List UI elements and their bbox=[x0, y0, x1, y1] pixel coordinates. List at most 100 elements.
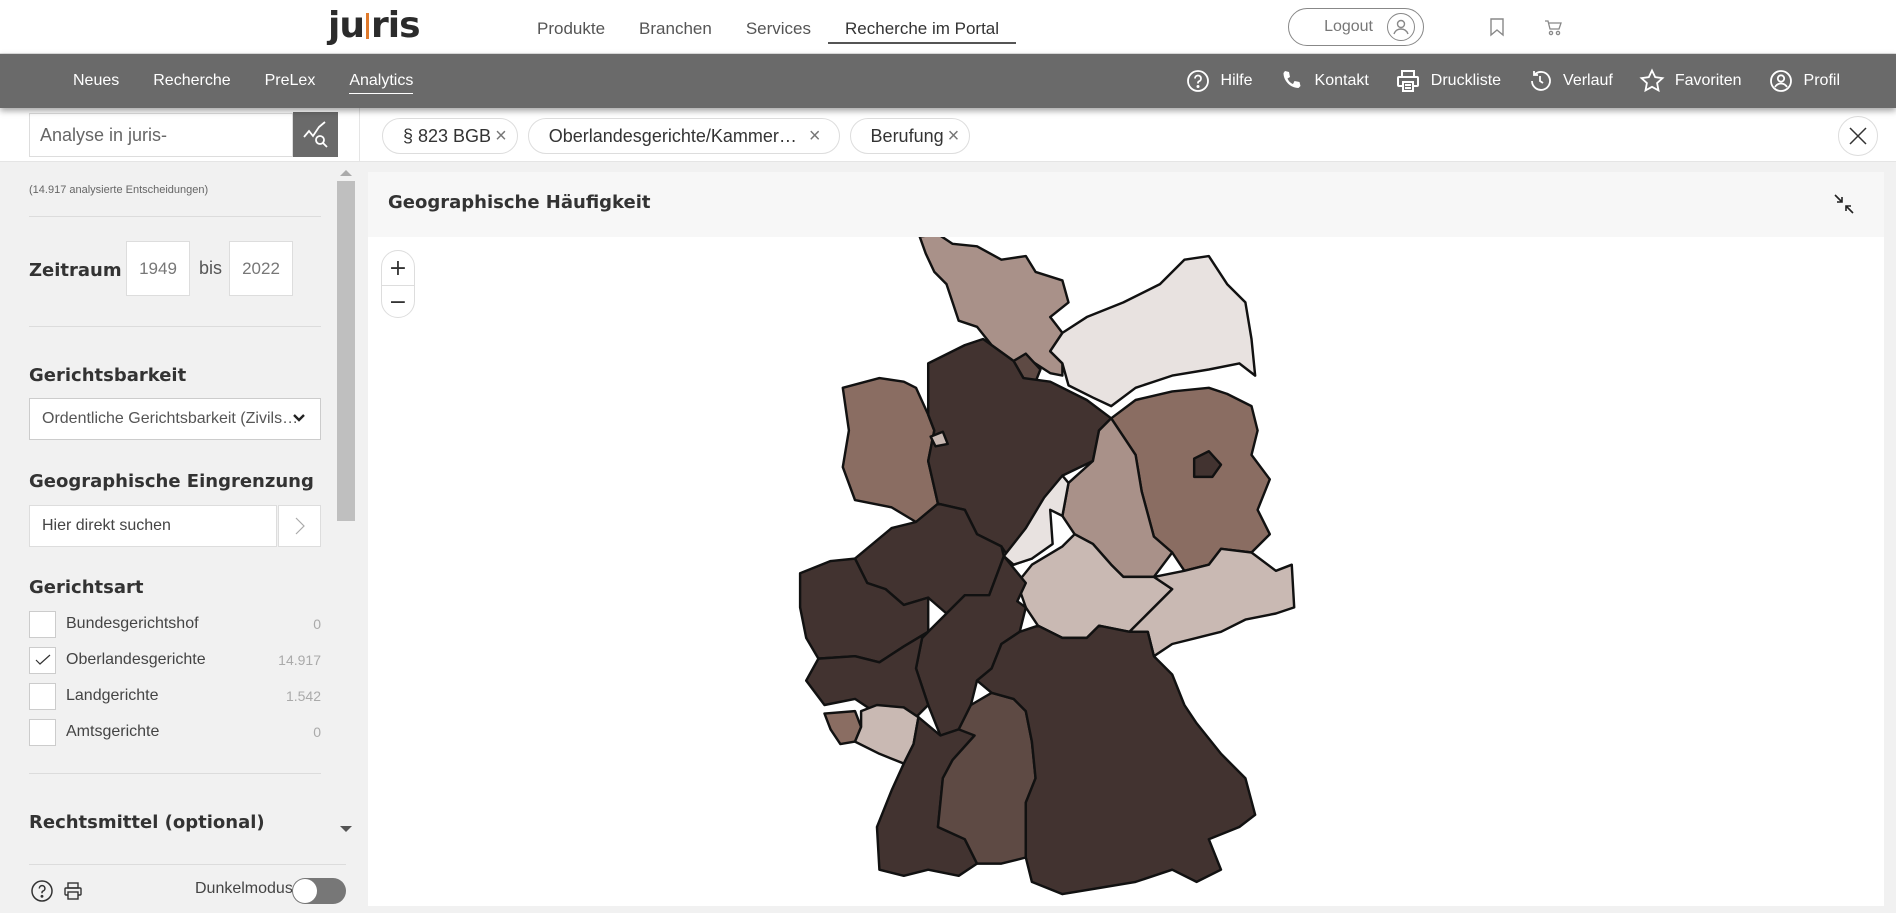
checkbox[interactable] bbox=[29, 682, 56, 710]
printer-icon bbox=[1396, 70, 1419, 92]
nav-prelex[interactable]: PreLex bbox=[248, 54, 333, 108]
checkbox-label: Oberlandesgerichte bbox=[66, 651, 206, 668]
map-region-niedersachsen-oldenburg[interactable]: Niedersachsen (Oldenburg) bbox=[841, 376, 940, 524]
map-regions-group: Schleswig-HolsteinHamburgMecklenburg-Vor… bbox=[798, 237, 1296, 896]
top-nav-branchen[interactable]: Branchen bbox=[622, 0, 729, 44]
scrollbar-thumb[interactable] bbox=[337, 181, 355, 521]
close-icon[interactable]: × bbox=[948, 125, 960, 148]
nav-favoriten-label: Favoriten bbox=[1674, 72, 1742, 89]
checkbox-count: 0 bbox=[313, 724, 321, 740]
map-zoom-control: + − bbox=[381, 250, 415, 318]
divider bbox=[359, 108, 360, 162]
collapse-icon[interactable] bbox=[1832, 192, 1856, 216]
juris-logo[interactable]: ju ris bbox=[328, 6, 420, 46]
analysis-search-input[interactable]: Analyse in juris-Rechtsprechung bbox=[29, 113, 293, 187]
year-to-input[interactable]: 2022 bbox=[229, 241, 293, 296]
zoom-in-button[interactable]: + bbox=[382, 251, 414, 285]
checkbox[interactable] bbox=[29, 718, 56, 746]
germany-choropleth-map[interactable]: Schleswig-HolsteinHamburgMecklenburg-Vor… bbox=[368, 237, 1884, 906]
nav-recherche[interactable]: Recherche bbox=[136, 54, 247, 108]
phone-icon bbox=[1283, 71, 1301, 88]
bookmark-icon[interactable] bbox=[1486, 16, 1508, 38]
nav-profil-label: Profil bbox=[1803, 72, 1840, 89]
rechtsmittel-toggle[interactable]: Rechtsmittel (optional) bbox=[29, 812, 265, 833]
divider bbox=[29, 773, 321, 774]
bis-label: bis bbox=[199, 258, 223, 278]
close-icon[interactable]: × bbox=[809, 125, 821, 148]
star-icon bbox=[1639, 68, 1665, 93]
checkbox-count: 0 bbox=[313, 616, 321, 632]
sidebar-footer: Dunkelmodus bbox=[0, 864, 346, 913]
zoom-out-button[interactable]: − bbox=[382, 285, 414, 319]
checkbox[interactable] bbox=[29, 646, 56, 674]
checkbox-landgerichte[interactable]: Landgerichte 1.542 bbox=[29, 682, 321, 710]
scroll-up-arrow-icon[interactable] bbox=[340, 170, 352, 176]
nav-druckliste-label: Druckliste bbox=[1430, 72, 1502, 89]
close-icon[interactable]: × bbox=[495, 125, 507, 148]
checkbox-label: Bundesgerichtshof bbox=[66, 615, 199, 632]
nav-verlauf[interactable]: Verlauf bbox=[1527, 68, 1613, 94]
nav-kontakt-label: Kontakt bbox=[1314, 72, 1369, 89]
search-row: Analyse in juris-Rechtsprechung § 823 BG… bbox=[0, 108, 1896, 187]
help-circle-icon bbox=[1186, 70, 1209, 92]
gerichtsart-label: Gerichtsart bbox=[29, 577, 144, 598]
nav-druckliste[interactable]: Druckliste bbox=[1395, 68, 1501, 94]
checkbox-bundesgerichtshof[interactable]: Bundesgerichtshof 0 bbox=[29, 610, 321, 638]
divider bbox=[29, 864, 346, 865]
cart-icon[interactable] bbox=[1542, 16, 1564, 38]
darkmode-label: Dunkelmodus bbox=[195, 880, 293, 897]
logout-button[interactable]: Logout bbox=[1288, 8, 1424, 46]
filter-sidebar: (14.917 analysierte Entscheidungen) Zeit… bbox=[0, 162, 356, 913]
geo-frequency-panel: Geographische Häufigkeit + − bbox=[368, 172, 1884, 906]
geo-eingrenzung-label: Geographische Eingrenzung bbox=[29, 471, 314, 492]
nav-hilfe-label: Hilfe bbox=[1220, 72, 1253, 89]
nav-profil[interactable]: Profil bbox=[1768, 68, 1840, 94]
filter-chip-label: Oberlandesgerichte/Kammer… bbox=[548, 125, 797, 146]
darkmode-toggle[interactable] bbox=[292, 878, 346, 904]
top-header: ju ris Produkte Branchen Services Recherc… bbox=[0, 0, 1896, 54]
history-icon bbox=[1531, 71, 1551, 91]
gerichtsbarkeit-select[interactable]: Ordentliche Gerichtsbarkeit (Zivils… bbox=[29, 398, 321, 440]
filter-chip[interactable]: Oberlandesgerichte/Kammer… × bbox=[527, 118, 840, 154]
divider bbox=[29, 326, 321, 327]
user-avatar-icon bbox=[1387, 13, 1415, 41]
clear-filters-button[interactable] bbox=[1838, 116, 1878, 156]
chart-search-icon bbox=[302, 120, 328, 148]
filter-chip-label: Berufung bbox=[870, 125, 944, 146]
checkbox-label: Amtsgerichte bbox=[66, 723, 160, 740]
top-nav-recherche-im-portal[interactable]: Recherche im Portal bbox=[828, 0, 1017, 44]
checkbox-count: 14.917 bbox=[278, 652, 321, 668]
geo-search-button[interactable] bbox=[278, 505, 321, 547]
analyzed-decisions-count: (14.917 analysierte Entscheidungen) bbox=[29, 184, 209, 196]
nav-favoriten[interactable]: Favoriten bbox=[1639, 68, 1742, 94]
zeitraum-label: Zeitraum bbox=[29, 260, 122, 281]
filter-chip[interactable]: Berufung × bbox=[849, 118, 971, 154]
year-from-input[interactable]: 1949 bbox=[126, 241, 190, 296]
checkbox[interactable] bbox=[29, 610, 56, 638]
main-nav: Neues Recherche PreLex Analytics Hilfe K… bbox=[0, 54, 1896, 108]
checkbox-count: 1.542 bbox=[285, 688, 321, 704]
panel-title: Geographische Häufigkeit bbox=[388, 192, 651, 213]
toggle-knob bbox=[293, 879, 317, 903]
geo-search-input[interactable]: Hier direkt suchen bbox=[29, 505, 277, 547]
sidebar-scrollbar[interactable] bbox=[336, 162, 356, 862]
analysis-search-button[interactable] bbox=[293, 112, 338, 157]
nav-hilfe[interactable]: Hilfe bbox=[1185, 68, 1253, 94]
map-region-mecklenburg-vorpommern[interactable]: Mecklenburg-Vorpommern bbox=[1048, 254, 1257, 408]
close-icon bbox=[1849, 127, 1867, 145]
top-nav-produkte[interactable]: Produkte bbox=[520, 0, 622, 44]
checkbox-oberlandesgerichte[interactable]: Oberlandesgerichte 14.917 bbox=[29, 646, 321, 674]
help-circle-icon[interactable] bbox=[30, 879, 54, 903]
nav-analytics[interactable]: Analytics bbox=[332, 54, 430, 108]
printer-icon[interactable] bbox=[63, 881, 83, 901]
nav-neues[interactable]: Neues bbox=[56, 54, 136, 108]
filter-chip-label: § 823 BGB bbox=[403, 125, 492, 146]
checkmark-icon bbox=[35, 654, 50, 665]
nav-verlauf-label: Verlauf bbox=[1563, 72, 1613, 89]
gerichtsbarkeit-label: Gerichtsbarkeit bbox=[29, 365, 187, 386]
filter-chip[interactable]: § 823 BGB × bbox=[382, 118, 518, 154]
checkbox-amtsgerichte[interactable]: Amtsgerichte 0 bbox=[29, 718, 321, 746]
user-circle-icon bbox=[1769, 70, 1792, 92]
top-nav-services[interactable]: Services bbox=[729, 0, 828, 44]
nav-kontakt[interactable]: Kontakt bbox=[1279, 68, 1369, 94]
